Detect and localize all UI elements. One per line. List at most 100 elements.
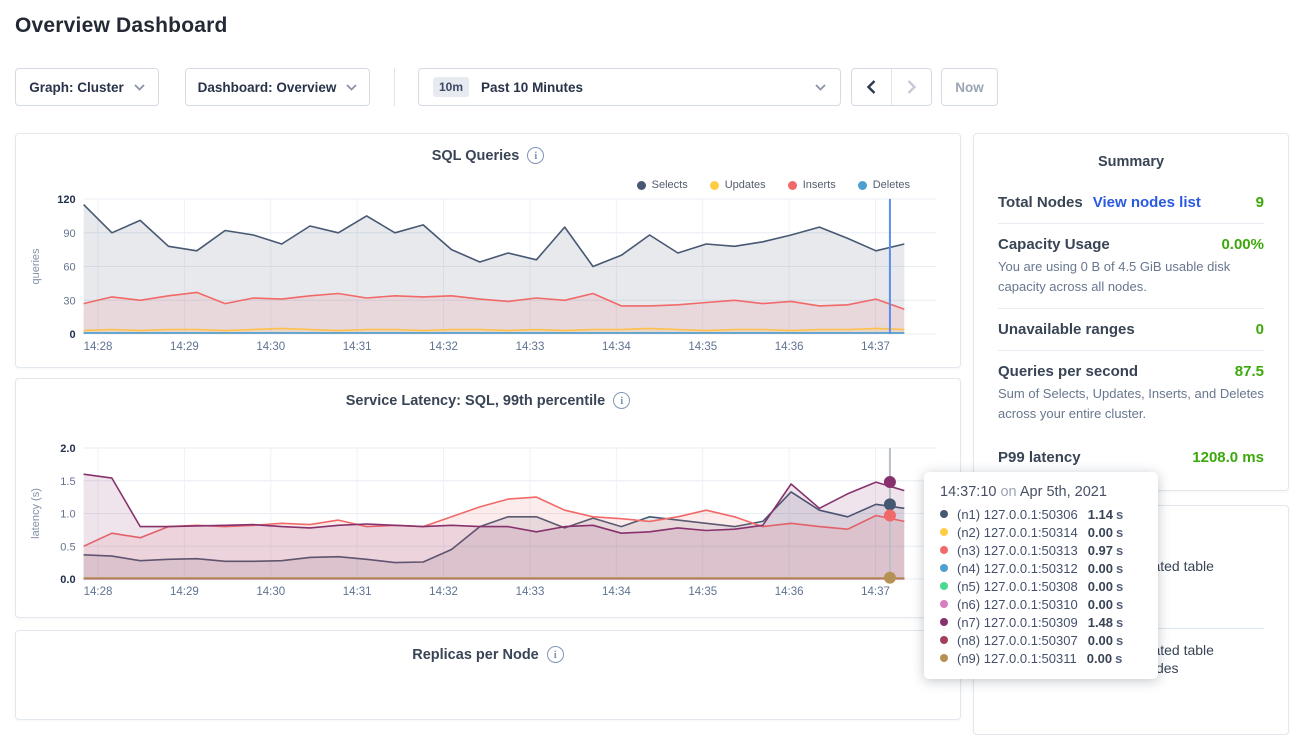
- node-color-dot: [940, 636, 948, 644]
- y-tick-label: 120: [57, 194, 75, 206]
- total-nodes-value: 9: [1256, 194, 1264, 211]
- summary-row-total-nodes: Total Nodes View nodes list 9: [998, 194, 1264, 211]
- info-icon[interactable]: i: [547, 646, 564, 663]
- node-address: (n7) 127.0.0.1:50309: [957, 615, 1078, 630]
- node-address: (n2) 127.0.0.1:50314: [957, 525, 1078, 540]
- x-tick-label: 14:28: [84, 341, 113, 353]
- unavailable-ranges-value: 0: [1256, 321, 1264, 338]
- tooltip-time: 14:37:10: [940, 484, 996, 500]
- y-axis-label: latency (s): [30, 488, 42, 539]
- divider: [998, 223, 1264, 224]
- service-latency-chart[interactable]: 0.00.51.01.52.014:2814:2914:3014:3114:32…: [16, 379, 960, 617]
- next-time-button[interactable]: [892, 69, 931, 105]
- y-tick-label: 1.5: [60, 476, 75, 488]
- dashboard-selector-label: Dashboard: Overview: [198, 80, 337, 95]
- tooltip-row: (n5) 127.0.0.1:503080.00s: [940, 577, 1144, 595]
- divider: [998, 308, 1264, 309]
- node-latency-unit: s: [1116, 561, 1123, 576]
- time-range-badge: 10m: [433, 77, 469, 97]
- tooltip-node-list: (n1) 127.0.0.1:503061.14s(n2) 127.0.0.1:…: [940, 505, 1144, 667]
- node-latency-unit: s: [1116, 579, 1123, 594]
- crosshair-dot-n1: [884, 498, 896, 510]
- node-address: (n8) 127.0.0.1:50307: [957, 633, 1078, 648]
- summary-panel: Summary Total Nodes View nodes list 9 Ca…: [973, 133, 1289, 491]
- view-nodes-list-link[interactable]: View nodes list: [1093, 194, 1201, 211]
- x-tick-label: 14:36: [775, 341, 804, 353]
- prev-time-button[interactable]: [852, 69, 891, 105]
- p99-latency-label: P99 latency: [998, 449, 1081, 466]
- node-latency-unit: s: [1116, 543, 1123, 558]
- total-nodes-label: Total Nodes: [998, 194, 1083, 211]
- node-color-dot: [940, 654, 948, 662]
- node-latency-value: 0.97: [1088, 543, 1113, 558]
- crosshair-dot-n7: [884, 476, 896, 488]
- unavailable-ranges-label: Unavailable ranges: [998, 321, 1135, 338]
- tooltip-date: Apr 5th, 2021: [1020, 484, 1107, 500]
- node-color-dot: [940, 546, 948, 554]
- now-button[interactable]: Now: [941, 68, 998, 106]
- tooltip-row: (n6) 127.0.0.1:503100.00s: [940, 595, 1144, 613]
- x-tick-label: 14:35: [688, 341, 717, 353]
- tooltip-row: (n4) 127.0.0.1:50312 0.00s: [940, 559, 1144, 577]
- sql-queries-chart[interactable]: 030609012014:2814:2914:3014:3114:3214:33…: [16, 134, 960, 367]
- p99-latency-value: 1208.0 ms: [1192, 449, 1264, 466]
- tooltip-row: (n9) 127.0.0.1:503110.00s: [940, 649, 1144, 667]
- dashboard-selector-dropdown[interactable]: Dashboard: Overview: [185, 68, 370, 106]
- time-step-buttons: [851, 68, 932, 106]
- capacity-usage-subtext: You are using 0 B of 4.5 GiB usable disk…: [998, 257, 1264, 296]
- node-address: (n4) 127.0.0.1:50312: [957, 561, 1078, 576]
- y-axis-label: queries: [30, 248, 42, 285]
- x-tick-label: 14:32: [429, 341, 458, 353]
- graph-selector-dropdown[interactable]: Graph: Cluster: [15, 68, 159, 106]
- summary-row-unavailable: Unavailable ranges 0: [998, 321, 1264, 338]
- divider: [998, 350, 1264, 351]
- tooltip-timestamp: 14:37:10 on Apr 5th, 2021: [940, 484, 1144, 500]
- capacity-usage-value: 0.00%: [1221, 236, 1264, 253]
- tooltip-row: (n7) 127.0.0.1:503091.48s: [940, 613, 1144, 631]
- y-tick-label: 60: [63, 262, 75, 274]
- y-tick-label: 1.0: [60, 509, 75, 521]
- chevron-down-icon: [346, 84, 357, 91]
- summary-title: Summary: [998, 154, 1264, 170]
- queries-per-second-value: 87.5: [1235, 363, 1264, 380]
- node-latency-value: 1.14: [1088, 507, 1113, 522]
- summary-row-capacity: Capacity Usage 0.00%: [998, 236, 1264, 253]
- crosshair-dot-n3: [884, 509, 896, 521]
- graph-selector-label: Graph: Cluster: [29, 80, 124, 95]
- chevron-left-icon: [867, 80, 876, 94]
- x-tick-label: 14:32: [429, 586, 458, 598]
- chevron-right-icon: [907, 80, 916, 94]
- tooltip-row: (n8) 127.0.0.1:503070.00s: [940, 631, 1144, 649]
- node-color-dot: [940, 582, 948, 590]
- node-color-dot: [940, 618, 948, 626]
- replicas-per-node-panel: Replicas per Node i: [15, 630, 961, 720]
- y-tick-label: 2.0: [60, 443, 75, 455]
- y-tick-label: 30: [63, 295, 75, 307]
- node-latency-unit: s: [1116, 597, 1123, 612]
- y-tick-label: 0.0: [60, 574, 75, 586]
- node-latency-value: 0.00: [1088, 561, 1113, 576]
- capacity-usage-label: Capacity Usage: [998, 236, 1110, 253]
- node-latency-value: 0.00: [1087, 651, 1112, 666]
- node-color-dot: [940, 564, 948, 572]
- node-address: (n9) 127.0.0.1:50311: [957, 651, 1077, 666]
- x-tick-label: 14:33: [516, 341, 545, 353]
- y-tick-label: 0: [69, 329, 75, 341]
- chart-hover-tooltip: 14:37:10 on Apr 5th, 2021 (n1) 127.0.0.1…: [924, 472, 1158, 679]
- crosshair-dot-n9: [884, 572, 896, 584]
- node-latency-unit: s: [1116, 615, 1123, 630]
- chart-title: Replicas per Node i: [16, 646, 960, 663]
- node-latency-unit: s: [1116, 525, 1123, 540]
- time-range-selector[interactable]: 10m Past 10 Minutes: [418, 68, 841, 106]
- tooltip-on: on: [1000, 484, 1016, 500]
- node-color-dot: [940, 600, 948, 608]
- x-tick-label: 14:37: [861, 341, 890, 353]
- x-tick-label: 14:31: [343, 341, 372, 353]
- chevron-down-icon: [134, 84, 145, 91]
- x-tick-label: 14:33: [516, 586, 545, 598]
- node-address: (n5) 127.0.0.1:50308: [957, 579, 1078, 594]
- tooltip-row: (n2) 127.0.0.1:503140.00s: [940, 523, 1144, 541]
- y-tick-label: 90: [63, 228, 75, 240]
- summary-row-p99: P99 latency 1208.0 ms: [998, 449, 1264, 466]
- x-tick-label: 14:35: [688, 586, 717, 598]
